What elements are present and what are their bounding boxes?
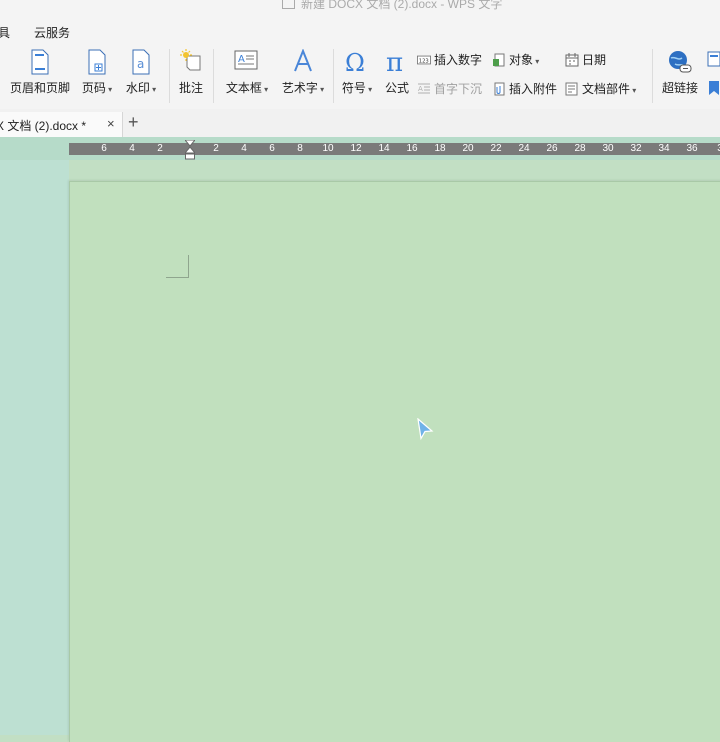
doc-parts-icon bbox=[565, 82, 578, 96]
ruler-tick: 4 bbox=[241, 143, 247, 154]
doc-parts-label: 文档部件 bbox=[582, 82, 636, 96]
ruler-tick: 12 bbox=[350, 143, 362, 154]
ruler-tick: 2 bbox=[213, 143, 219, 154]
header-footer-icon bbox=[31, 49, 49, 75]
insert-number-button[interactable]: 123 插入数字 bbox=[417, 51, 482, 68]
ribbon-separator bbox=[213, 49, 214, 103]
svg-text:Ω: Ω bbox=[345, 49, 365, 75]
bookmark-doc-icon[interactable] bbox=[706, 51, 720, 67]
insert-attachment-button[interactable]: 插入附件 bbox=[492, 80, 557, 97]
drop-cap-button[interactable]: A 首字下沉 bbox=[417, 80, 482, 97]
document-icon bbox=[282, 0, 295, 9]
ribbon-separator bbox=[333, 49, 334, 103]
ruler-tick: 34 bbox=[658, 143, 670, 154]
symbol-button[interactable]: Ω 符号 bbox=[338, 43, 376, 103]
formula-label: 公式 bbox=[384, 81, 409, 95]
menu-item-cloud-services[interactable]: 云服务 bbox=[34, 24, 70, 41]
ruler-tick: 26 bbox=[546, 143, 558, 154]
ruler-tick: 20 bbox=[462, 143, 474, 154]
ribbon-separator bbox=[652, 49, 653, 103]
watermark-label: 水印 bbox=[122, 79, 160, 96]
watermark-button[interactable]: a 水印 bbox=[122, 43, 160, 103]
svg-text:A: A bbox=[418, 85, 423, 93]
ruler-tick: 10 bbox=[322, 143, 334, 154]
mouse-cursor-icon bbox=[417, 418, 434, 441]
date-button[interactable]: 日期 bbox=[565, 51, 606, 68]
watermark-icon: a bbox=[132, 49, 150, 75]
menu-item-tools[interactable]: 具 bbox=[0, 24, 10, 41]
window-title-text: 新建 DOCX 文档 (2).docx - WPS 文字 bbox=[301, 0, 503, 11]
text-box-button[interactable]: A 文本框 bbox=[222, 43, 272, 103]
ribbon-separator bbox=[169, 49, 170, 103]
page-number-label: 页码 bbox=[78, 79, 116, 96]
ruler-tick: 2 bbox=[157, 143, 163, 154]
art-text-button[interactable]: 艺术字 bbox=[278, 43, 328, 103]
drop-cap-label: 首字下沉 bbox=[434, 82, 483, 96]
ruler-tick: 4 bbox=[129, 143, 135, 154]
document-page[interactable] bbox=[69, 181, 720, 742]
ruler-tick: 30 bbox=[602, 143, 614, 154]
ruler-tick: 14 bbox=[378, 143, 390, 154]
close-icon[interactable]: × bbox=[107, 116, 115, 131]
ruler-tick: 28 bbox=[574, 143, 586, 154]
doc-parts-button[interactable]: 文档部件 bbox=[565, 80, 636, 97]
formula-button[interactable]: π 公式 bbox=[381, 43, 413, 103]
header-footer-label: 页眉和页脚 bbox=[9, 81, 70, 95]
document-tab[interactable]: X 文档 (2).docx * × bbox=[0, 112, 123, 139]
insert-attachment-label: 插入附件 bbox=[509, 82, 558, 96]
ruler-tick: 32 bbox=[630, 143, 642, 154]
text-box-label: 文本框 bbox=[222, 79, 272, 96]
window-title: 新建 DOCX 文档 (2).docx - WPS 文字 bbox=[282, 0, 502, 12]
horizontal-ruler[interactable] bbox=[69, 143, 720, 155]
ruler-tick: 22 bbox=[490, 143, 502, 154]
calendar-icon bbox=[565, 53, 579, 67]
attachment-icon bbox=[494, 82, 505, 96]
menu-bar: 具 云服务 bbox=[0, 18, 720, 43]
symbol-label: 符号 bbox=[338, 79, 376, 96]
ribbon-insert: 页眉和页脚 页码 a 水印 批注 A 文本框 bbox=[0, 43, 720, 109]
art-text-label: 艺术字 bbox=[278, 79, 328, 96]
ruler-tick: 8 bbox=[297, 143, 303, 154]
art-text-icon bbox=[294, 49, 312, 72]
svg-text:123: 123 bbox=[419, 59, 429, 65]
ruler-tick: 24 bbox=[518, 143, 530, 154]
page-number-icon bbox=[88, 49, 106, 75]
drop-cap-icon: A bbox=[418, 83, 430, 94]
page-number-button[interactable]: 页码 bbox=[78, 43, 116, 103]
bookmark-icon[interactable] bbox=[706, 80, 720, 96]
document-tab-bar: X 文档 (2).docx * × + bbox=[0, 109, 720, 139]
date-label: 日期 bbox=[582, 53, 607, 67]
title-bar: 新建 DOCX 文档 (2).docx - WPS 文字 bbox=[0, 0, 720, 18]
hyperlink-button[interactable]: 超链接 bbox=[659, 43, 701, 103]
ruler-tick: 6 bbox=[101, 143, 107, 154]
workspace-margin bbox=[0, 160, 69, 735]
svg-text:π: π bbox=[386, 49, 403, 75]
document-tab-title: X 文档 (2).docx * bbox=[0, 119, 87, 133]
text-boundary-corner bbox=[166, 255, 189, 278]
pi-icon: π bbox=[386, 49, 403, 75]
comment-label: 批注 bbox=[178, 81, 203, 95]
comment-button[interactable]: 批注 bbox=[174, 43, 208, 103]
omega-icon: Ω bbox=[345, 49, 365, 75]
globe-link-icon bbox=[669, 51, 692, 73]
svg-text:A: A bbox=[238, 54, 245, 65]
ruler-tick: 18 bbox=[434, 143, 446, 154]
ruler-tick: 36 bbox=[686, 143, 698, 154]
object-button[interactable]: 对象 bbox=[492, 51, 539, 68]
indent-marker-icon[interactable] bbox=[185, 140, 195, 160]
new-tab-plus-icon[interactable]: + bbox=[128, 112, 139, 133]
ruler-tick: 6 bbox=[269, 143, 275, 154]
hyperlink-label: 超链接 bbox=[661, 81, 698, 95]
insert-number-icon: 123 bbox=[417, 55, 431, 65]
insert-number-label: 插入数字 bbox=[434, 53, 483, 67]
object-label: 对象 bbox=[509, 53, 539, 67]
comment-icon bbox=[180, 49, 201, 71]
object-icon bbox=[493, 53, 505, 67]
svg-text:a: a bbox=[137, 57, 144, 71]
ruler-tick: 16 bbox=[406, 143, 418, 154]
text-box-icon: A bbox=[234, 50, 258, 70]
header-footer-button[interactable]: 页眉和页脚 bbox=[6, 43, 74, 103]
